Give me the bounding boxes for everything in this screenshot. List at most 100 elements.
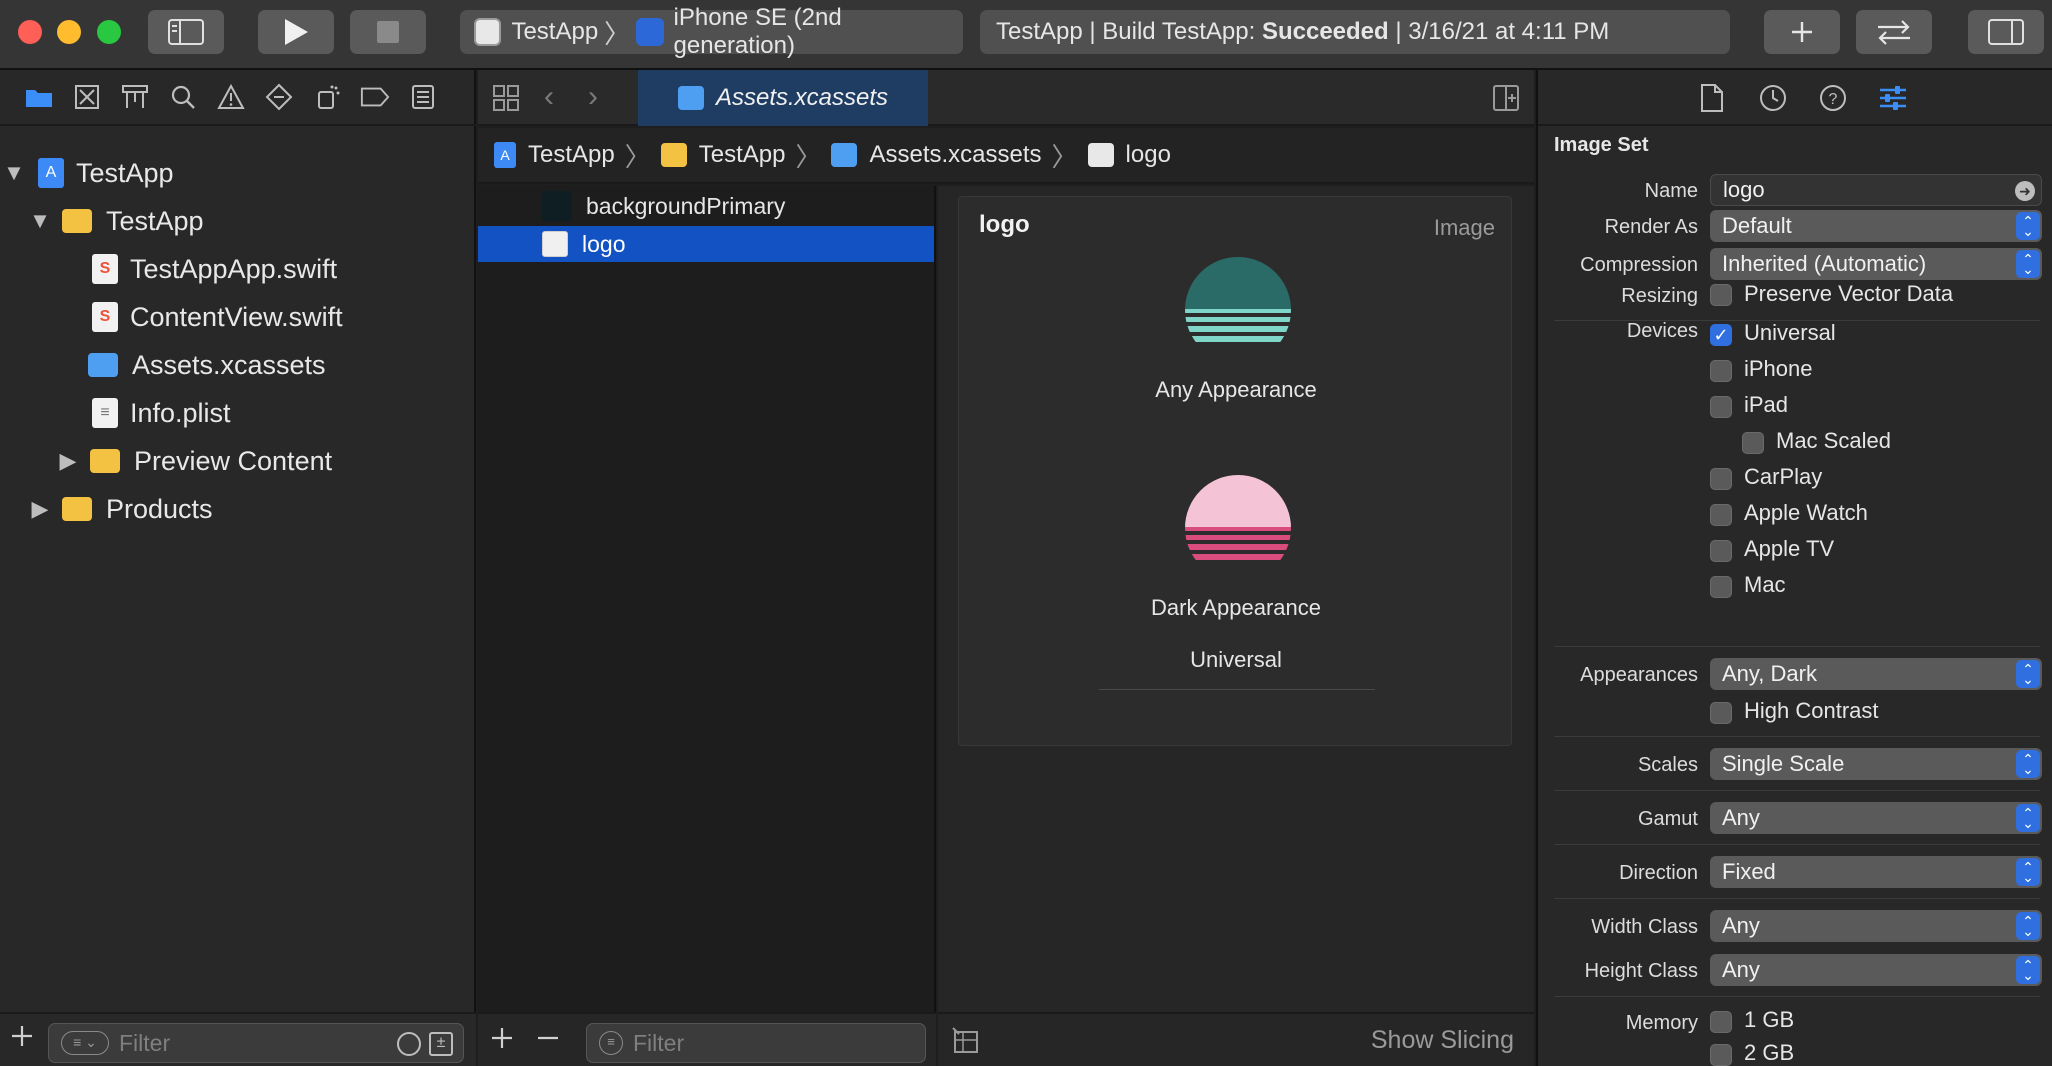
- universal-checkbox[interactable]: ✓: [1710, 324, 1732, 346]
- tree-item-group[interactable]: ▶ Products: [0, 486, 476, 532]
- color-set-swatch: [542, 191, 572, 221]
- recent-files-icon[interactable]: [397, 1032, 421, 1056]
- disclosure-open-icon[interactable]: ▼: [2, 160, 26, 186]
- swift-file-icon: S: [92, 302, 118, 332]
- disclosure-closed-icon[interactable]: ▶: [56, 448, 80, 474]
- render-as-popup[interactable]: Default ⌃ ⌄: [1710, 210, 2042, 242]
- search-icon[interactable]: [168, 82, 198, 112]
- name-field[interactable]: logo ➜: [1710, 174, 2042, 206]
- filter-options-icon[interactable]: ≡ ⌄: [61, 1031, 109, 1055]
- slot-label-dark: Dark Appearance: [1151, 595, 1321, 620]
- remove-asset-button[interactable]: [536, 1026, 560, 1055]
- disclosure-closed-icon[interactable]: ▶: [28, 496, 52, 522]
- filter-options-icon[interactable]: ≡: [599, 1031, 623, 1055]
- tree-item-group[interactable]: ▼ TestApp: [0, 198, 476, 244]
- preserve-vector-checkbox[interactable]: [1710, 284, 1732, 306]
- test-diamond-icon[interactable]: [264, 82, 294, 112]
- breadcrumb-item[interactable]: TestApp: [528, 141, 615, 169]
- debug-spray-icon[interactable]: [312, 82, 342, 112]
- disclosure-open-icon[interactable]: ▼: [28, 208, 52, 234]
- direction-popup[interactable]: Fixed ⌃ ⌄: [1710, 856, 2042, 888]
- attributes-inspector-icon[interactable]: [1878, 83, 1908, 118]
- asset-item-background-primary[interactable]: backgroundPrimary: [478, 188, 934, 224]
- tree-item-file[interactable]: S ContentView.swift: [0, 294, 476, 340]
- ipad-checkbox[interactable]: [1710, 396, 1732, 418]
- high-contrast-checkbox[interactable]: [1710, 702, 1732, 724]
- height-class-popup[interactable]: Any ⌃ ⌄: [1710, 954, 2042, 986]
- asset-catalog-icon: [677, 86, 704, 110]
- memory-label: Memory: [1625, 1012, 1698, 1034]
- logo-any-appearance-image[interactable]: [1185, 257, 1291, 351]
- add-asset-button[interactable]: [490, 1026, 514, 1055]
- run-button[interactable]: [258, 10, 334, 54]
- apple-tv-checkbox[interactable]: [1710, 540, 1732, 562]
- activity-status: TestApp | Build TestApp: Succeeded | 3/1…: [980, 10, 1730, 54]
- split-editor-icon[interactable]: [1492, 84, 1520, 117]
- devices-label: Devices: [1626, 320, 1698, 342]
- close-window-button[interactable]: [18, 20, 42, 44]
- related-items-icon[interactable]: [492, 84, 520, 117]
- go-arrow-icon[interactable]: ➜: [2015, 181, 2035, 201]
- help-inspector-icon[interactable]: ?: [1818, 83, 1848, 118]
- image-set-card: logo Image Any Appearance Dark Appearanc…: [958, 196, 1512, 746]
- tree-item-group[interactable]: ▶ Preview Content: [0, 438, 476, 484]
- add-library-button[interactable]: [1764, 10, 1840, 54]
- breadcrumb-item[interactable]: Assets.xcassets: [869, 141, 1041, 169]
- show-slicing-button[interactable]: Show Slicing: [1371, 1026, 1514, 1055]
- tree-item-file[interactable]: S TestAppApp.swift: [0, 246, 476, 292]
- divider: [1554, 646, 2040, 647]
- asset-filter-field[interactable]: ≡ Filter: [586, 1023, 926, 1063]
- toggle-navigator-button[interactable]: [148, 10, 224, 54]
- width-class-popup[interactable]: Any ⌃ ⌄: [1710, 910, 2042, 942]
- mac-checkbox[interactable]: [1710, 576, 1732, 598]
- memory-label-2gb: 2 GB: [1744, 1040, 1795, 1065]
- tree-item-label: Info.plist: [130, 397, 231, 428]
- tree-item-file[interactable]: ≡ Info.plist: [0, 390, 476, 436]
- carplay-checkbox[interactable]: [1710, 468, 1732, 490]
- memory-1gb-checkbox[interactable]: [1710, 1011, 1732, 1033]
- mac-scaled-checkbox[interactable]: [1742, 432, 1764, 454]
- source-control-icon[interactable]: [72, 82, 102, 112]
- apple-watch-checkbox[interactable]: [1710, 504, 1732, 526]
- back-chevron-icon[interactable]: ‹: [544, 80, 554, 114]
- swap-arrows-icon: [1878, 20, 1910, 45]
- name-label: Name: [1644, 180, 1698, 202]
- asset-item-logo[interactable]: logo: [478, 226, 934, 262]
- add-file-button[interactable]: [10, 1024, 34, 1053]
- report-icon[interactable]: [408, 82, 438, 112]
- zoom-window-button[interactable]: [97, 20, 121, 44]
- popup-stepper-icon: ⌃ ⌄: [2016, 660, 2040, 688]
- run-destination[interactable]: iPhone SE (2nd generation): [674, 4, 963, 60]
- source-control-filter-icon[interactable]: ±: [429, 1032, 453, 1056]
- breakpoint-icon[interactable]: [360, 82, 390, 112]
- minimize-window-button[interactable]: [57, 20, 81, 44]
- scheme-selector[interactable]: TestApp 〉 iPhone SE (2nd generation): [460, 4, 963, 59]
- width-class-label: Width Class: [1591, 916, 1698, 938]
- toggle-inspector-button[interactable]: [1968, 10, 2044, 54]
- appearances-popup[interactable]: Any, Dark ⌃ ⌄: [1710, 658, 2042, 690]
- stop-button[interactable]: [350, 10, 426, 54]
- scales-popup[interactable]: Single Scale ⌃ ⌄: [1710, 748, 2042, 780]
- show-slicing-toggle-icon[interactable]: [952, 1026, 982, 1061]
- folder-icon[interactable]: [24, 82, 54, 112]
- warning-icon[interactable]: [216, 82, 246, 112]
- navigator-filter-field[interactable]: ≡ ⌄ Filter ±: [48, 1023, 464, 1063]
- tree-item-project[interactable]: ▼ A TestApp: [0, 150, 476, 196]
- code-review-button[interactable]: [1856, 10, 1932, 54]
- file-inspector-icon[interactable]: [1700, 83, 1724, 118]
- breadcrumb-item[interactable]: TestApp: [699, 141, 786, 169]
- compression-popup[interactable]: Inherited (Automatic) ⌃ ⌄: [1710, 248, 2042, 280]
- breadcrumb-item[interactable]: logo: [1126, 141, 1171, 169]
- asset-list-footer: ≡ Filter: [478, 1012, 936, 1066]
- forward-chevron-icon[interactable]: ›: [588, 80, 598, 114]
- tab-assets-xcassets[interactable]: Assets.xcassets: [638, 70, 928, 126]
- symbol-icon[interactable]: [120, 82, 150, 112]
- gamut-popup[interactable]: Any ⌃ ⌄: [1710, 802, 2042, 834]
- iphone-checkbox[interactable]: [1710, 360, 1732, 382]
- tree-item-label: Preview Content: [134, 445, 333, 476]
- logo-dark-appearance-image[interactable]: [1185, 475, 1291, 569]
- memory-2gb-checkbox[interactable]: [1710, 1044, 1732, 1066]
- history-inspector-icon[interactable]: [1758, 83, 1788, 118]
- tree-item-file[interactable]: Assets.xcassets: [0, 342, 476, 388]
- compression-value: Inherited (Automatic): [1722, 251, 1927, 276]
